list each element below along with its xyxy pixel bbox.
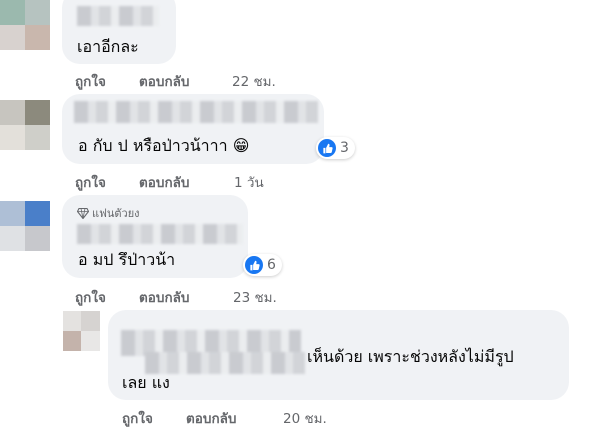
- comment-actions: ถูกใจ ตอบกลับ 23 ชม.: [75, 286, 315, 306]
- avatar[interactable]: [63, 311, 100, 351]
- like-button[interactable]: ถูกใจ: [75, 286, 106, 308]
- grinning-face-emoji: 😁: [232, 136, 250, 155]
- commenter-name-redacted[interactable]: [74, 101, 318, 123]
- avatar[interactable]: [0, 100, 50, 150]
- comment-actions: ถูกใจ ตอบกลับ 22 ชม.: [75, 70, 315, 90]
- like-button[interactable]: ถูกใจ: [75, 70, 106, 92]
- comment-actions: ถูกใจ ตอบกลับ 1 วัน: [75, 171, 315, 191]
- reply-button[interactable]: ตอบกลับ: [139, 286, 189, 308]
- comment-text: อ กับ ป หรือป่าวน้าาา 😁: [78, 136, 249, 156]
- reaction-summary[interactable]: 6: [243, 254, 282, 276]
- reply-button[interactable]: ตอบกลับ: [139, 171, 189, 193]
- comment-text-line-1: เห็นด้วย เพราะช่วงหลังไม่มีรูป: [307, 347, 514, 366]
- reply-button[interactable]: ตอบกลับ: [139, 70, 189, 92]
- reaction-count: 6: [267, 257, 276, 273]
- comment-text: เอาอีกละ: [77, 37, 139, 56]
- avatar[interactable]: [0, 0, 50, 50]
- badge-label: แฟนตัวยง: [92, 207, 140, 220]
- comment-actions: ถูกใจ ตอบกลับ 20 ชม.: [122, 407, 362, 427]
- comment-timestamp[interactable]: 23 ชม.: [233, 286, 277, 308]
- commenter-name-redacted[interactable]: [77, 224, 243, 244]
- diamond-icon: [77, 207, 89, 219]
- reaction-summary[interactable]: 3: [316, 137, 355, 159]
- comment-text-content: อ กับ ป หรือป่าวน้าาา: [78, 136, 228, 155]
- commenter-name-redacted[interactable]: [145, 352, 305, 374]
- comment-timestamp[interactable]: 22 ชม.: [232, 70, 276, 92]
- commenter-name-redacted[interactable]: [77, 6, 159, 26]
- like-icon: [318, 139, 336, 157]
- comment-text: อ มป รึป่าวน้า: [78, 250, 176, 269]
- comment-timestamp[interactable]: 1 วัน: [234, 171, 264, 193]
- like-icon: [245, 256, 263, 274]
- avatar[interactable]: [0, 201, 50, 251]
- like-button[interactable]: ถูกใจ: [75, 171, 106, 193]
- comment-text-line-2: เลย แง: [122, 373, 170, 392]
- top-fan-badge: แฟนตัวยง: [77, 204, 140, 222]
- reaction-count: 3: [340, 140, 349, 156]
